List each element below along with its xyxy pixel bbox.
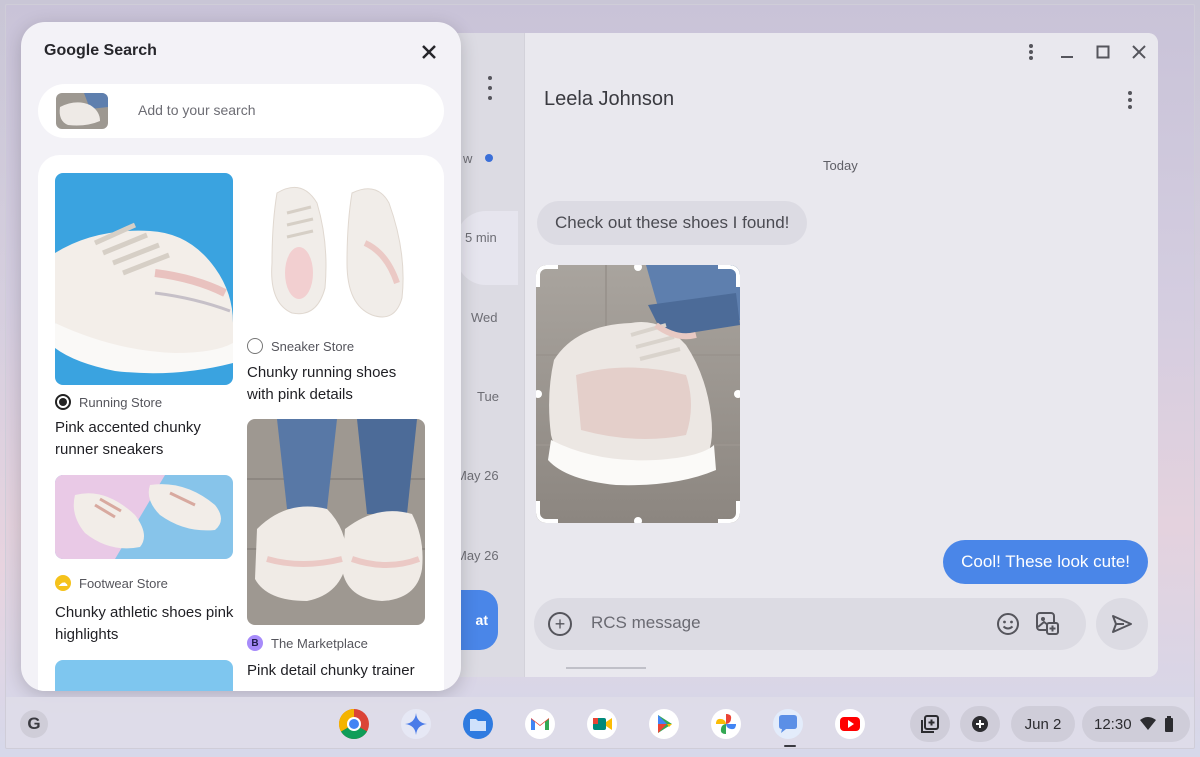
start-chat-label: at xyxy=(475,612,488,628)
conversation-fragment[interactable]: w xyxy=(463,151,472,166)
conversation-selected[interactable] xyxy=(456,211,518,285)
close-window-icon[interactable] xyxy=(1130,43,1148,61)
conversation-time[interactable]: May 26 xyxy=(456,548,499,563)
selection-handle[interactable] xyxy=(734,390,740,398)
shelf: G Jun 2 12:30 xyxy=(6,697,1194,748)
store-logo-icon xyxy=(247,338,263,354)
selection-corner[interactable] xyxy=(536,265,558,287)
add-attachment-icon[interactable]: + xyxy=(548,612,572,636)
result-store[interactable]: Running Store xyxy=(55,394,162,410)
selection-corner[interactable] xyxy=(718,501,740,523)
chat-menu-icon[interactable] xyxy=(1126,91,1134,109)
active-app-indicator xyxy=(784,745,796,747)
play-store-icon[interactable] xyxy=(648,708,680,740)
chrome-icon[interactable] xyxy=(338,708,370,740)
store-name: Running Store xyxy=(79,394,163,410)
store-name: Sneaker Store xyxy=(271,338,355,354)
status-tray[interactable]: 12:30 xyxy=(1082,706,1190,742)
query-image-thumbnail xyxy=(56,93,108,129)
date-pill[interactable]: Jun 2 xyxy=(1011,706,1075,742)
youtube-icon[interactable] xyxy=(834,708,866,740)
gallery-icon[interactable] xyxy=(1034,610,1060,636)
result-image[interactable] xyxy=(55,660,233,691)
window-menu-icon[interactable] xyxy=(1022,43,1040,61)
meet-icon[interactable] xyxy=(586,708,618,740)
conversation-list-menu-icon[interactable] xyxy=(480,76,500,100)
screen-capture-icon xyxy=(921,715,939,733)
outgoing-message[interactable]: Cool! These look cute! xyxy=(943,540,1148,584)
messages-icon[interactable] xyxy=(772,708,804,740)
conversation-time[interactable]: 5 min xyxy=(465,230,497,245)
conversation-time[interactable]: May 26 xyxy=(456,468,499,483)
selection-corner[interactable] xyxy=(718,265,740,287)
gemini-icon[interactable] xyxy=(400,708,432,740)
files-icon[interactable] xyxy=(462,708,494,740)
compose-bar: + RCS message xyxy=(534,598,1086,650)
search-results: Running Store Pink accented chunky runne… xyxy=(38,155,444,691)
result-title[interactable]: Chunky athletic shoes pink highlights xyxy=(55,602,235,646)
emoji-icon[interactable] xyxy=(996,612,1020,636)
window-controls xyxy=(1022,43,1148,61)
conversation-time[interactable]: Tue xyxy=(477,389,499,404)
date-label: Jun 2 xyxy=(1024,715,1062,733)
result-title[interactable]: Pink accented chunky runner sneakers xyxy=(55,417,235,461)
selection-handle[interactable] xyxy=(634,517,642,523)
selection-corner[interactable] xyxy=(536,501,558,523)
store-logo-icon xyxy=(55,394,71,410)
desktop: w 5 min Wed Tue May 26 May 26 at Leela J… xyxy=(5,4,1195,749)
google-search-panel: Google Search Add to your search Running… xyxy=(21,22,461,691)
battery-icon xyxy=(1164,716,1173,732)
close-icon[interactable] xyxy=(417,40,441,64)
plus-circle-icon xyxy=(972,716,988,732)
incoming-message[interactable]: Check out these shoes I found! xyxy=(537,201,808,245)
search-query-box[interactable]: Add to your search xyxy=(38,84,444,138)
phone-hub-button[interactable] xyxy=(960,706,1000,742)
maximize-icon[interactable] xyxy=(1094,43,1112,61)
result-title[interactable]: Pink detail chunky trainer xyxy=(247,660,427,682)
result-image[interactable] xyxy=(247,419,425,625)
launcher-button[interactable]: G xyxy=(20,710,48,738)
photos-icon[interactable] xyxy=(710,708,742,740)
gmail-icon[interactable] xyxy=(524,708,556,740)
chat-pane: Leela Johnson Today Check out these shoe… xyxy=(526,33,1158,677)
scroll-indicator xyxy=(566,667,646,669)
shared-shoe-photo[interactable] xyxy=(536,265,740,523)
result-title[interactable]: Chunky running shoes with pink details xyxy=(247,362,427,406)
message-input[interactable]: RCS message xyxy=(591,613,701,633)
result-image[interactable] xyxy=(247,173,425,325)
result-store[interactable]: Sneaker Store xyxy=(247,338,354,354)
store-logo-icon: ☁ xyxy=(55,575,71,591)
day-label: Today xyxy=(823,158,858,173)
store-logo-icon: B xyxy=(247,635,263,651)
add-to-search-input[interactable]: Add to your search xyxy=(138,102,256,118)
result-image[interactable] xyxy=(55,475,233,559)
send-button[interactable] xyxy=(1096,598,1148,650)
store-name: Footwear Store xyxy=(79,575,168,591)
unread-dot xyxy=(485,154,493,162)
store-name: The Marketplace xyxy=(271,635,368,651)
wifi-icon xyxy=(1139,717,1156,730)
panel-title: Google Search xyxy=(44,42,157,59)
contact-name: Leela Johnson xyxy=(544,88,675,110)
result-image[interactable] xyxy=(55,173,233,385)
result-store[interactable]: B The Marketplace xyxy=(247,635,368,651)
result-store[interactable]: ☁ Footwear Store xyxy=(55,575,168,591)
time-label: 12:30 xyxy=(1094,715,1132,733)
minimize-icon[interactable] xyxy=(1058,43,1076,61)
send-icon xyxy=(1112,615,1132,633)
screenshot-tray-button[interactable] xyxy=(910,706,950,742)
conversation-time[interactable]: Wed xyxy=(471,310,498,325)
